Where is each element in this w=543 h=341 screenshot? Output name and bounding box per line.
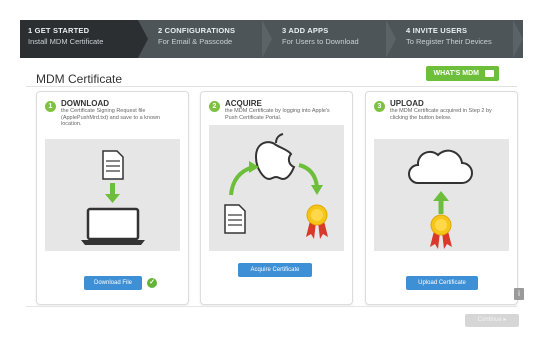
whats-mdm-video-button[interactable]: WHAT'S MDM [425,66,499,81]
mdm-setup-page: 1 GET STARTED Install MDM Certificate 2 … [0,0,543,341]
document-icon [224,204,246,234]
panel-heading: ACQUIRE [225,99,262,108]
panel-description: the Certificate Signing Request file (Ap… [61,108,161,127]
step-subtitle: Install MDM Certificate [28,37,104,46]
panel-description: the MDM Certificate by logging into Appl… [225,108,330,121]
upload-certificate-button[interactable]: Upload Certificate [406,276,478,290]
curved-arrow-up-icon [229,161,259,196]
panel-heading: UPLOAD [390,99,424,108]
up-arrow-icon [433,191,449,214]
upload-panel: 3 UPLOAD the MDM Certificate acquired in… [365,91,518,305]
acquire-illustration [209,125,344,251]
step-divider [262,20,272,58]
step-subtitle: To Register Their Devices [406,37,492,46]
step-subtitle: For Users to Download [282,37,359,46]
award-ribbon-icon [430,214,452,249]
step-divider [513,20,523,58]
cloud-icon [408,149,473,184]
wizard-step-invite-users[interactable]: 4 INVITE USERS To Register Their Devices [398,20,523,58]
step-title: 2 CONFIGURATIONS [158,26,236,35]
upload-illustration [374,139,509,251]
step-number-badge: 1 [45,101,56,112]
step-number-badge: 2 [209,101,220,112]
award-ribbon-icon [306,204,328,239]
acquire-certificate-button[interactable]: Acquire Certificate [238,263,312,277]
down-arrow-icon [105,183,120,203]
laptop-icon [81,207,145,245]
step-title: 3 ADD APPS [282,26,329,35]
step-number-badge: 3 [374,101,385,112]
footer-divider [26,306,517,307]
document-icon [102,150,124,180]
wizard-step-configurations[interactable]: 2 CONFIGURATIONS For Email & Passcode [150,20,265,58]
step-title: 4 INVITE USERS [406,26,468,35]
step-subtitle: For Email & Passcode [158,37,233,46]
wizard-step-add-apps[interactable]: 3 ADD APPS For Users to Download [274,20,389,58]
step-divider [138,20,148,58]
download-illustration [45,139,180,251]
download-panel: 1 DOWNLOAD the Certificate Signing Reque… [36,91,189,305]
curved-arrow-down-icon [298,163,323,195]
step-divider [386,20,396,58]
page-title: MDM Certificate [36,72,123,86]
wizard-steps: 1 GET STARTED Install MDM Certificate 2 … [20,20,523,58]
apple-logo-icon [254,133,296,181]
download-file-button[interactable]: Download File [84,276,142,290]
acquire-panel: 2 ACQUIRE the MDM Certificate by logging… [200,91,353,305]
panel-description: the MDM Certificate acquired in Step 2 b… [390,108,492,121]
info-icon[interactable]: i [514,288,524,300]
video-button-label: WHAT'S MDM [433,70,479,77]
panel-heading: DOWNLOAD [61,99,109,108]
video-camera-icon [485,70,494,77]
step-title: 1 GET STARTED [28,26,90,35]
continue-button[interactable]: Continue ▸ [465,314,519,327]
checkmark-icon: ✓ [147,278,157,288]
wizard-step-get-started[interactable]: 1 GET STARTED Install MDM Certificate [20,20,138,58]
header-divider [26,86,517,87]
